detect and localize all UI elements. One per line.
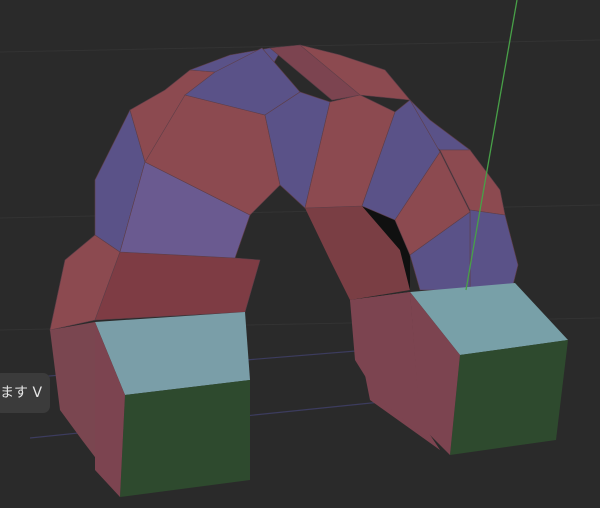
right-leg: [350, 283, 568, 455]
left-leg: [50, 312, 250, 497]
arch-front-face: [94, 47, 471, 321]
3d-viewport[interactable]: [0, 0, 600, 508]
shortcut-toast-text: ます V: [0, 385, 43, 401]
shortcut-toast: ます V: [0, 373, 50, 413]
